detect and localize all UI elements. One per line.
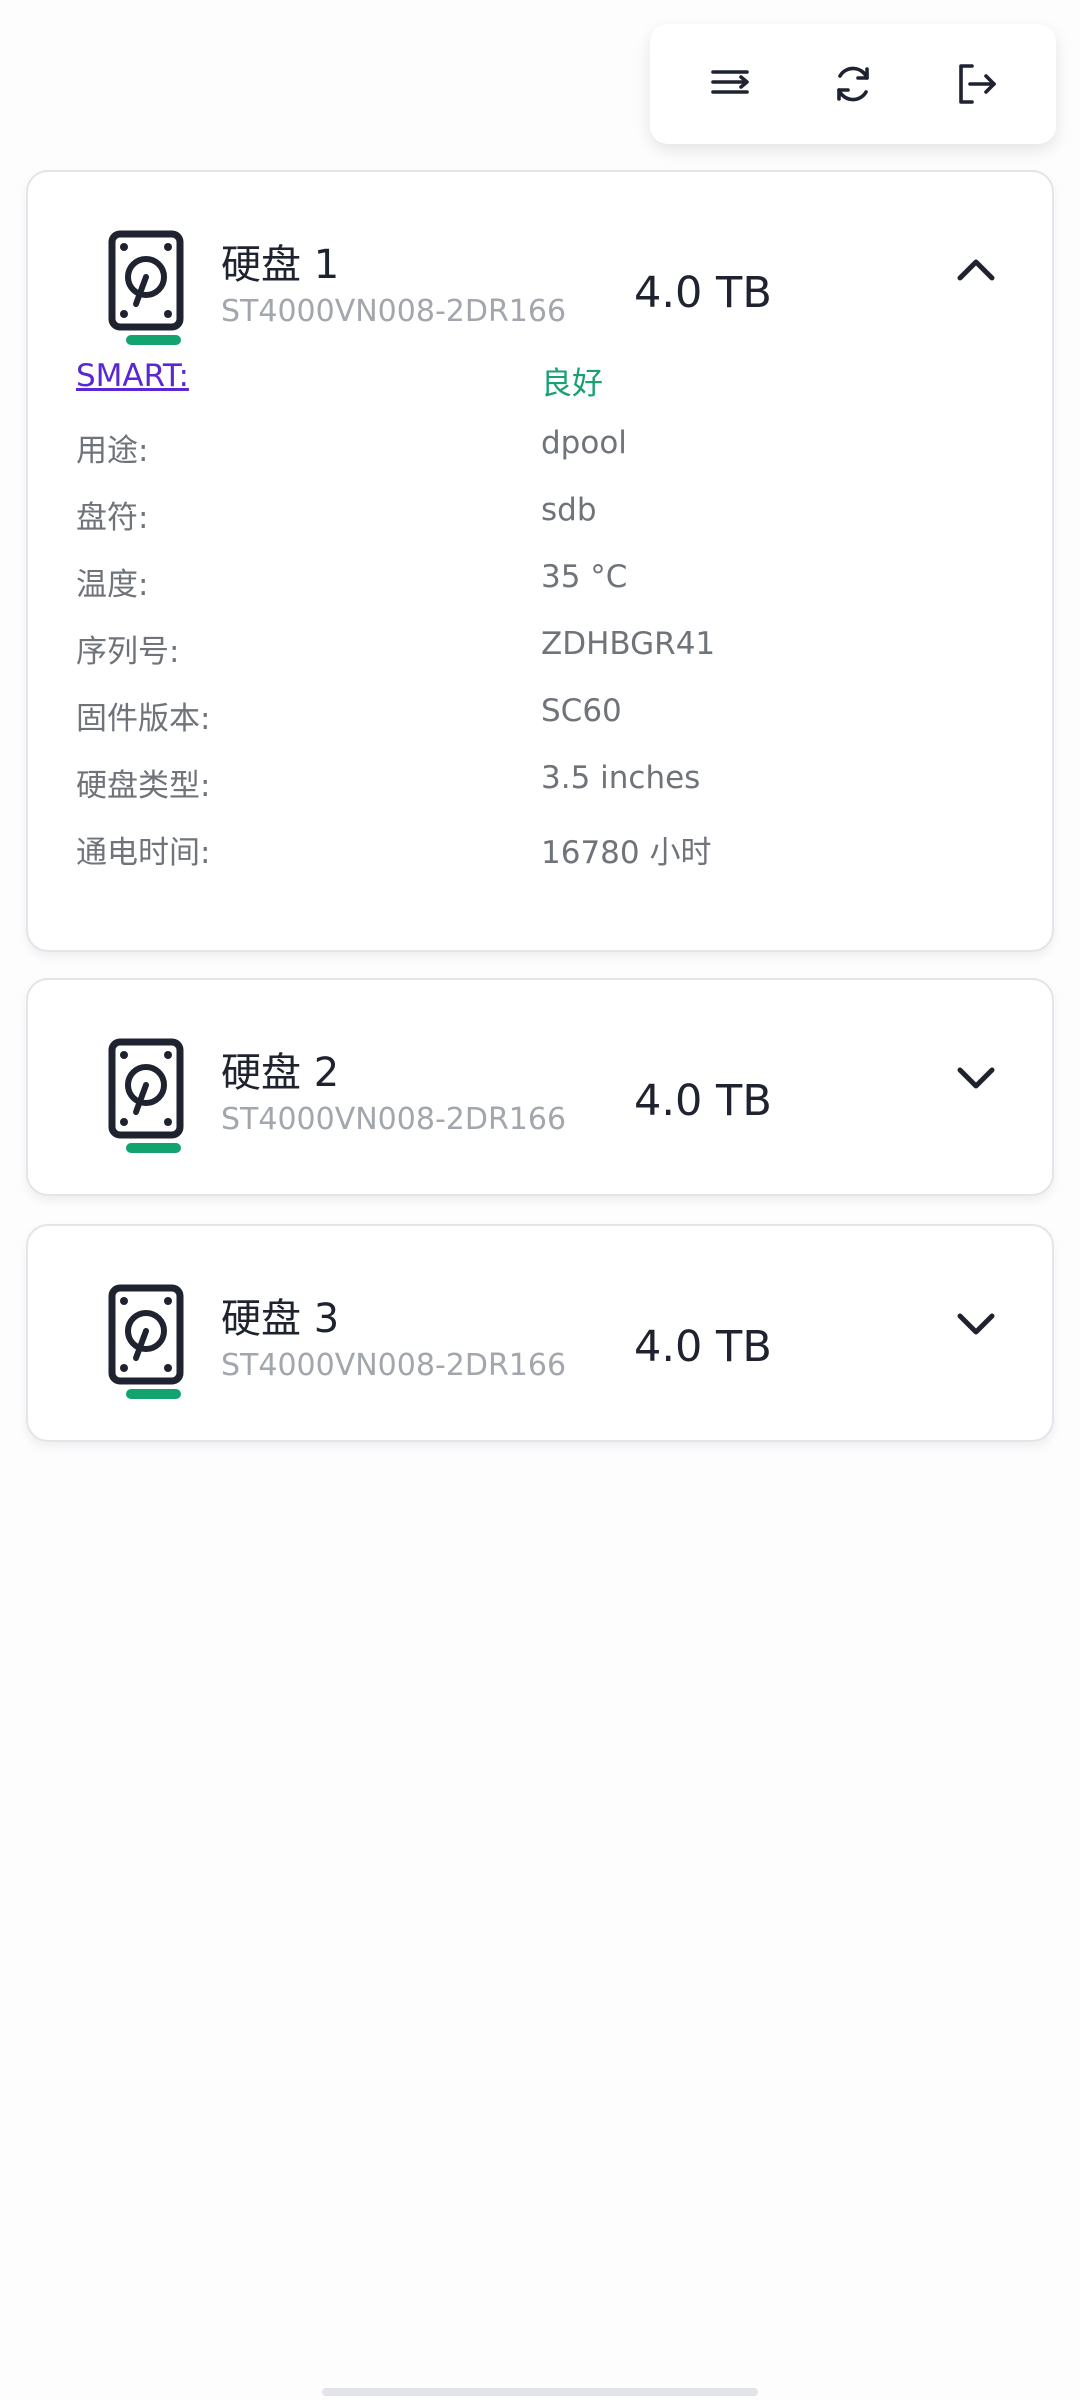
hard-disk-icon [98, 230, 208, 350]
collapse-button[interactable] [948, 242, 1004, 298]
firmware-label: 固件版本: [76, 701, 211, 737]
disk-card-1: 硬盘 1 ST4000VN008-2DR166 4.0 TB SMART: 良好… [26, 170, 1054, 952]
disk-card-2[interactable]: 硬盘 2 ST4000VN008-2DR166 4.0 TB [26, 978, 1054, 1196]
top-toolbar [650, 24, 1056, 144]
usage-value: dpool [541, 425, 627, 461]
sort-lines-icon [710, 70, 749, 94]
disk-size: 4.0 TB [634, 268, 772, 318]
device-value: sdb [541, 492, 597, 528]
disk-type-value: 3.5 inches [541, 760, 701, 796]
chevron-up-icon [957, 259, 995, 281]
logout-icon [959, 64, 997, 104]
smart-status-value: 良好 [541, 366, 603, 402]
detail-row-usage: 用途: dpool [28, 417, 1052, 484]
disk-size: 4.0 TB [634, 1322, 772, 1372]
detail-row-disk-type: 硬盘类型: 3.5 inches [28, 752, 1052, 819]
expand-button[interactable] [948, 1296, 1004, 1352]
chevron-down-icon [957, 1067, 995, 1089]
disk-details: SMART: 良好 用途: dpool 盘符: sdb 温度: 35 °C 序列… [28, 350, 1052, 902]
disk-model: ST4000VN008-2DR166 [221, 1102, 567, 1137]
chevron-down-icon [957, 1313, 995, 1335]
disk-card-header[interactable]: 硬盘 3 ST4000VN008-2DR166 4.0 TB [28, 1226, 1052, 1436]
disk-name: 硬盘 1 [221, 242, 340, 288]
logout-button[interactable] [936, 44, 1016, 124]
power-on-label: 通电时间: [76, 835, 211, 871]
home-indicator[interactable] [322, 2388, 758, 2396]
disk-list-page: 硬盘 1 ST4000VN008-2DR166 4.0 TB SMART: 良好… [0, 0, 1080, 2400]
detail-row-power-on: 通电时间: 16780 小时 [28, 819, 1052, 886]
refresh-button[interactable] [813, 44, 893, 124]
temperature-value: 35 °C [541, 559, 628, 595]
detail-row-serial: 序列号: ZDHBGR41 [28, 618, 1052, 685]
disk-size: 4.0 TB [634, 1076, 772, 1126]
refresh-icon [837, 66, 869, 102]
hard-disk-icon [98, 1038, 208, 1158]
disk-name: 硬盘 2 [221, 1050, 340, 1096]
disk-name: 硬盘 3 [221, 1296, 340, 1342]
expand-button[interactable] [948, 1050, 1004, 1106]
device-label: 盘符: [76, 500, 149, 536]
disk-card-3[interactable]: 硬盘 3 ST4000VN008-2DR166 4.0 TB [26, 1224, 1054, 1442]
smart-link[interactable]: SMART: [76, 358, 189, 394]
serial-value: ZDHBGR41 [541, 626, 716, 662]
detail-row-device: 盘符: sdb [28, 484, 1052, 551]
detail-row-firmware: 固件版本: SC60 [28, 685, 1052, 752]
detail-row-temperature: 温度: 35 °C [28, 551, 1052, 618]
detail-row-smart: SMART: 良好 [28, 350, 1052, 417]
disk-model: ST4000VN008-2DR166 [221, 1348, 567, 1383]
temperature-label: 温度: [76, 567, 149, 603]
disk-card-header[interactable]: 硬盘 2 ST4000VN008-2DR166 4.0 TB [28, 980, 1052, 1190]
serial-label: 序列号: [76, 634, 180, 670]
firmware-value: SC60 [541, 693, 622, 729]
sort-button[interactable] [690, 44, 770, 124]
hard-disk-icon [98, 1284, 208, 1404]
disk-model: ST4000VN008-2DR166 [221, 294, 567, 329]
power-on-value: 16780 小时 [541, 835, 712, 871]
disk-type-label: 硬盘类型: [76, 768, 211, 804]
usage-label: 用途: [76, 433, 149, 469]
